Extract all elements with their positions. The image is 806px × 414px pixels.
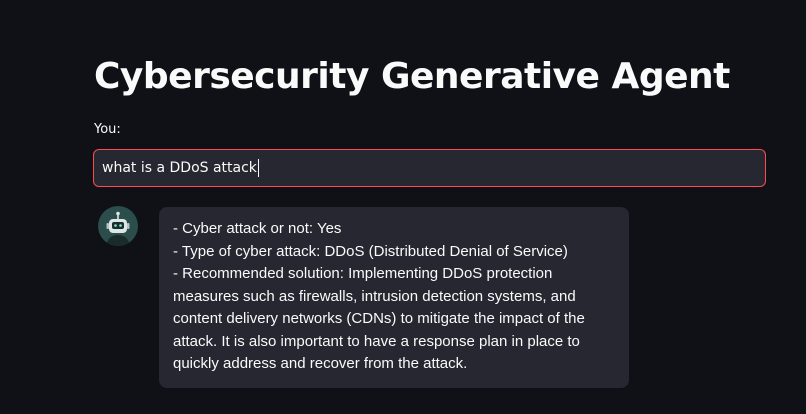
input-label: You: — [94, 122, 121, 137]
text-cursor — [257, 159, 259, 177]
response-line-attack-status: - Cyber attack or not: Yes — [173, 220, 342, 237]
robot-icon — [98, 206, 138, 246]
assistant-avatar — [98, 206, 138, 246]
chat-input[interactable]: what is a DDoS attack — [93, 149, 766, 187]
response-line-solution: - Recommended solution: Implementing DDo… — [173, 265, 585, 372]
response-line-attack-type: - Type of cyber attack: DDoS (Distribute… — [173, 242, 568, 260]
chat-input-value[interactable]: what is a DDoS attack — [102, 160, 257, 176]
assistant-message: - Cyber attack or not: Yes - Type of cyb… — [159, 207, 629, 388]
page-title: Cybersecurity Generative Agent — [94, 56, 730, 97]
